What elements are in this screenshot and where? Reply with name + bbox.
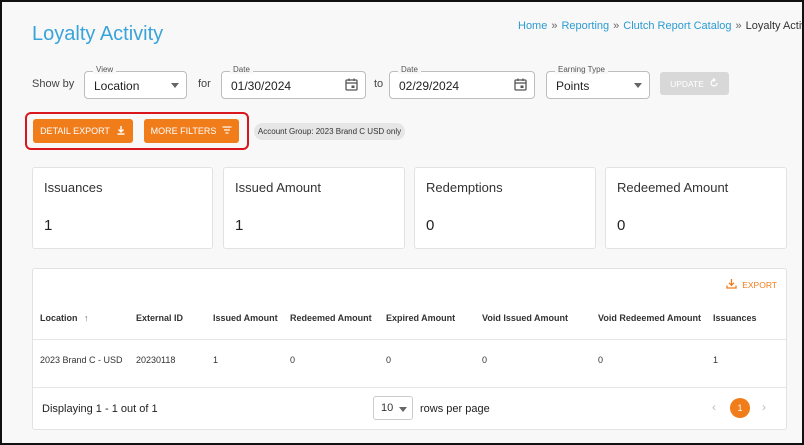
stat-label: Issued Amount: [235, 180, 321, 195]
date-to-label: Date: [398, 65, 421, 74]
rows-per-page-select[interactable]: 10: [373, 396, 413, 420]
column-header-void-redeemed-amount[interactable]: Void Redeemed Amount: [598, 313, 701, 323]
cell-redeemed-amount: 0: [290, 355, 296, 365]
prev-page-button[interactable]: ‹: [712, 400, 716, 414]
filter-icon: [222, 126, 232, 136]
cell-expired-amount: 0: [386, 355, 392, 365]
earning-type-label: Earning Type: [555, 65, 608, 74]
stat-value: 0: [426, 217, 435, 234]
next-page-button[interactable]: ›: [762, 400, 766, 414]
page-1-button[interactable]: 1: [730, 398, 750, 418]
column-header-location[interactable]: Location ↑: [40, 313, 89, 323]
column-header-issued-amount[interactable]: Issued Amount: [213, 313, 278, 323]
table-export-button[interactable]: EXPORT: [726, 278, 777, 291]
breadcrumb-reporting[interactable]: Reporting: [561, 20, 609, 32]
cell-location: 2023 Brand C - USD: [40, 355, 123, 365]
cell-issuances: 1: [713, 355, 719, 365]
breadcrumb: Home» Reporting» Clutch Report Catalog» Loy…: [518, 20, 802, 32]
calendar-icon[interactable]: [514, 78, 527, 96]
rows-per-page-value: 10: [381, 402, 394, 414]
stat-value: 0: [617, 217, 626, 234]
cell-issued-amount: 1: [213, 355, 219, 365]
stat-value: 1: [44, 217, 53, 234]
breadcrumb-current: Loyalty Activit: [745, 20, 802, 32]
stat-label: Issuances: [44, 180, 103, 195]
breadcrumb-report-catalog[interactable]: Clutch Report Catalog: [623, 20, 731, 32]
page-title: Loyalty Activity: [32, 23, 164, 45]
earning-type-value: Points: [556, 79, 590, 93]
calendar-icon[interactable]: [345, 78, 358, 96]
column-header-issuances[interactable]: Issuances: [713, 313, 757, 323]
account-group-chip[interactable]: Account Group: 2023 Brand C USD only: [254, 123, 405, 140]
download-icon: [116, 125, 126, 137]
earning-type-select[interactable]: Earning Type Points: [546, 65, 650, 99]
detail-export-button[interactable]: DETAIL EXPORT: [33, 119, 133, 143]
chevron-down-icon: [399, 402, 407, 412]
sort-arrow-up-icon[interactable]: ↑: [84, 313, 89, 323]
detail-export-label: DETAIL EXPORT: [40, 126, 110, 136]
cell-void-issued-amount: 0: [482, 355, 488, 365]
cell-void-redeemed-amount: 0: [598, 355, 604, 365]
date-from-value: 01/30/2024: [231, 79, 292, 93]
stat-card-issuances: Issuances 1: [32, 167, 213, 249]
cell-external-id: 20230118: [136, 355, 176, 365]
chevron-down-icon: [634, 78, 642, 88]
more-filters-label: MORE FILTERS: [150, 126, 217, 136]
more-filters-button[interactable]: MORE FILTERS: [144, 119, 239, 143]
divider: [33, 339, 786, 340]
chevron-down-icon: [171, 78, 179, 88]
for-label: for: [198, 78, 211, 90]
update-button-label: UPDATE: [670, 78, 704, 89]
column-header-void-issued-amount[interactable]: Void Issued Amount: [482, 313, 568, 323]
download-icon: [726, 278, 737, 291]
view-select[interactable]: View Location: [84, 65, 187, 99]
update-button[interactable]: UPDATE: [660, 72, 729, 95]
refresh-icon: [709, 77, 719, 90]
column-header-external-id[interactable]: External ID: [136, 313, 183, 323]
rows-per-page-label: rows per page: [420, 403, 490, 415]
date-to-field[interactable]: Date 02/29/2024: [389, 65, 535, 99]
table-export-label: EXPORT: [742, 279, 777, 290]
page-frame: Loyalty Activity Home» Reporting» Clutch R…: [0, 0, 804, 445]
to-label: to: [374, 78, 384, 90]
stat-card-redeemed-amount: Redeemed Amount 0: [605, 167, 787, 249]
column-header-expired-amount[interactable]: Expired Amount: [386, 313, 455, 323]
date-to-value: 02/29/2024: [399, 79, 460, 93]
column-header-redeemed-amount[interactable]: Redeemed Amount: [290, 313, 372, 323]
filter-bar: Show by View Location for Date 01/30/202…: [32, 65, 792, 99]
view-select-value: Location: [94, 79, 140, 93]
stat-card-redemptions: Redemptions 0: [414, 167, 596, 249]
pagination-summary: Displaying 1 - 1 out of 1: [42, 403, 158, 415]
stat-label: Redemptions: [426, 180, 503, 195]
data-table-card: EXPORT Location ↑ External ID Issued Amo…: [32, 268, 787, 430]
show-by-label: Show by: [32, 78, 75, 90]
breadcrumb-home[interactable]: Home: [518, 20, 547, 32]
stat-card-issued-amount: Issued Amount 1: [223, 167, 405, 249]
divider: [33, 387, 786, 388]
stat-label: Redeemed Amount: [617, 180, 729, 195]
stat-value: 1: [235, 217, 244, 234]
view-select-label: View: [93, 65, 117, 74]
date-from-label: Date: [230, 65, 253, 74]
date-from-field[interactable]: Date 01/30/2024: [221, 65, 366, 99]
